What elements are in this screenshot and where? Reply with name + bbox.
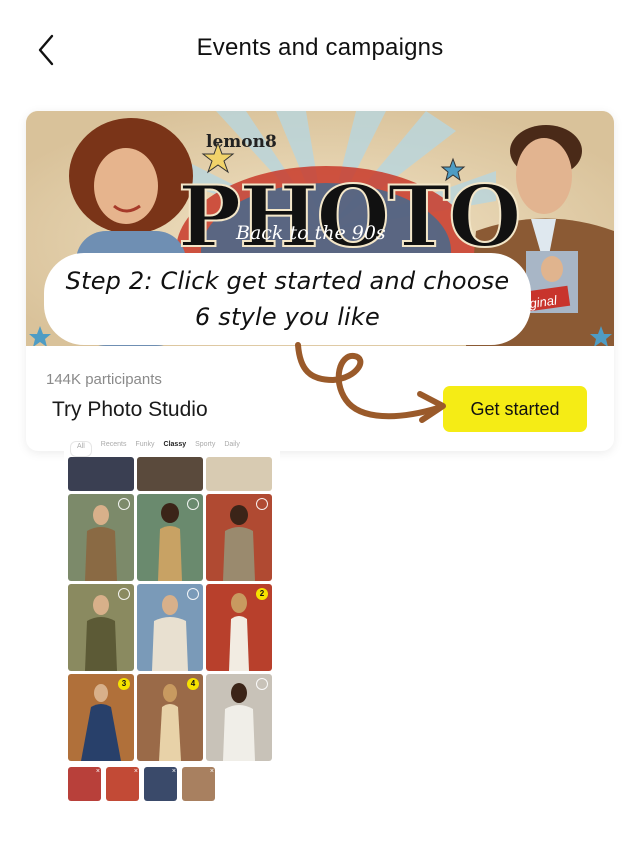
- style-tabs: All Recents Funky Classy Sporty Daily: [70, 441, 280, 457]
- selected-thumb[interactable]: ×: [182, 767, 215, 801]
- style-tile[interactable]: [68, 457, 134, 491]
- banner-headline: PHOTO: [178, 167, 519, 266]
- style-tile[interactable]: [206, 494, 272, 581]
- banner-tagline: Back to the 90s: [235, 222, 386, 244]
- tab-daily[interactable]: Daily: [224, 441, 240, 457]
- selected-thumb[interactable]: ×: [144, 767, 177, 801]
- get-started-button[interactable]: Get started: [443, 386, 587, 432]
- close-icon[interactable]: ×: [134, 768, 138, 775]
- select-circle-icon[interactable]: [118, 498, 130, 510]
- tab-all[interactable]: All: [70, 441, 92, 457]
- close-icon[interactable]: ×: [210, 768, 214, 775]
- style-tile[interactable]: [137, 457, 203, 491]
- style-tile[interactable]: [206, 674, 272, 761]
- style-tile[interactable]: [137, 494, 203, 581]
- style-tile[interactable]: [137, 584, 203, 671]
- style-tile[interactable]: 3: [68, 674, 134, 761]
- selected-thumb[interactable]: ×: [106, 767, 139, 801]
- event-name: Try Photo Studio: [52, 398, 208, 421]
- style-tile[interactable]: 4: [137, 674, 203, 761]
- select-circle-icon[interactable]: [118, 588, 130, 600]
- select-circle-icon[interactable]: [256, 678, 268, 690]
- selected-thumbnails: × × × ×: [68, 767, 215, 801]
- close-icon[interactable]: ×: [172, 768, 176, 775]
- participants-count: 144K participants: [46, 371, 162, 388]
- step-line-2: 6 style you like: [194, 303, 380, 331]
- select-circle-icon[interactable]: [256, 498, 268, 510]
- pointer-arrow-icon: [295, 342, 446, 423]
- style-grid: 2 3 4: [68, 457, 273, 761]
- style-tile[interactable]: [206, 457, 272, 491]
- select-circle-icon[interactable]: [187, 588, 199, 600]
- style-tile[interactable]: [68, 584, 134, 671]
- tab-classy[interactable]: Classy: [164, 441, 187, 457]
- tab-sporty[interactable]: Sporty: [195, 441, 215, 457]
- step-line-1: Step 2: Click get started and choose: [65, 267, 510, 295]
- style-tile[interactable]: [68, 494, 134, 581]
- selection-number-badge[interactable]: 3: [118, 678, 130, 690]
- selection-number-badge[interactable]: 2: [256, 588, 268, 600]
- selected-thumb[interactable]: ×: [68, 767, 101, 801]
- close-icon[interactable]: ×: [96, 768, 100, 775]
- style-tile[interactable]: 2: [206, 584, 272, 671]
- page-title: Events and campaigns: [196, 34, 444, 61]
- tab-recents[interactable]: Recents: [101, 441, 127, 457]
- select-circle-icon[interactable]: [187, 498, 199, 510]
- top-bar: Events and campaigns: [0, 0, 640, 100]
- selection-number-badge[interactable]: 4: [187, 678, 199, 690]
- style-picker-screenshot: All Recents Funky Classy Sporty Daily 2 …: [64, 435, 280, 805]
- tab-funky[interactable]: Funky: [135, 441, 154, 457]
- step-instruction-overlay: Step 2: Click get started and choose 6 s…: [44, 253, 531, 345]
